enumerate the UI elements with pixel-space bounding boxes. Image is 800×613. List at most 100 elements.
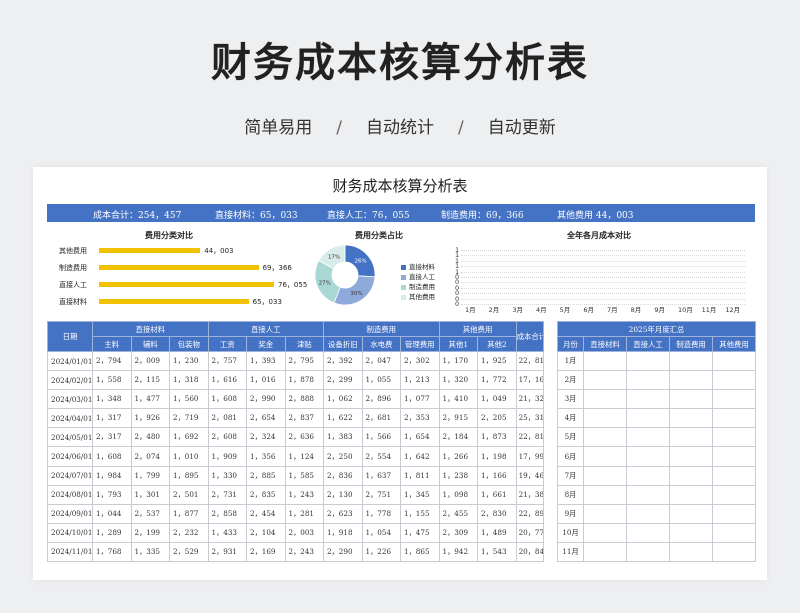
summary-value-cell[interactable] [711,350,757,372]
value-cell[interactable]: 2，915 [438,408,479,429]
value-cell[interactable]: 2，309 [438,522,479,543]
summary-value-cell[interactable] [626,350,670,372]
summary-value-cell[interactable] [669,350,713,372]
value-cell[interactable]: 1，266 [438,446,479,467]
summary-value-cell[interactable] [669,427,713,448]
summary-value-cell[interactable] [583,350,627,372]
value-cell[interactable]: 1，348 [92,389,132,410]
value-cell[interactable]: 22，817 [515,427,544,448]
summary-value-cell[interactable] [711,522,757,543]
value-cell[interactable]: 2，654 [246,408,286,429]
value-cell[interactable]: 1，543 [477,541,517,563]
value-cell[interactable]: 1，661 [477,484,517,505]
value-cell[interactable]: 1，768 [92,541,132,563]
date-cell[interactable]: 2024/03/01 [47,389,93,410]
value-cell[interactable]: 1，873 [477,427,517,448]
summary-value-cell[interactable] [669,370,713,391]
value-cell[interactable]: 1，608 [207,389,248,410]
value-cell[interactable]: 2，885 [246,465,286,486]
value-cell[interactable]: 2，480 [130,427,170,448]
value-cell[interactable]: 1，918 [323,522,363,543]
summary-value-cell[interactable] [669,446,713,467]
value-cell[interactable]: 22，814 [515,350,544,372]
summary-value-cell[interactable] [583,484,627,505]
value-cell[interactable]: 2，990 [246,389,286,410]
value-cell[interactable]: 1，166 [477,465,517,486]
summary-value-cell[interactable] [583,503,627,524]
value-cell[interactable]: 2，537 [130,503,170,524]
value-cell[interactable]: 1，877 [169,503,209,524]
summary-value-cell[interactable] [626,541,670,563]
summary-value-cell[interactable] [626,465,670,486]
value-cell[interactable]: 2，830 [477,503,517,524]
value-cell[interactable]: 1，155 [400,503,440,524]
date-cell[interactable]: 2024/02/01 [47,370,93,391]
month-cell[interactable]: 7月 [557,465,584,486]
summary-value-cell[interactable] [669,522,713,543]
value-cell[interactable]: 2，529 [169,541,209,563]
summary-value-cell[interactable] [583,541,627,563]
summary-value-cell[interactable] [711,465,757,486]
summary-value-cell[interactable] [626,446,670,467]
month-cell[interactable]: 6月 [557,446,584,467]
value-cell[interactable]: 2，454 [246,503,286,524]
value-cell[interactable]: 1，692 [169,427,209,448]
date-cell[interactable]: 2024/07/01 [47,465,93,486]
value-cell[interactable]: 2，081 [207,408,248,429]
value-cell[interactable]: 2，554 [361,446,402,467]
value-cell[interactable]: 1，170 [438,350,479,372]
value-cell[interactable]: 1，793 [92,484,132,505]
value-cell[interactable]: 1，320 [438,370,479,391]
value-cell[interactable]: 1，243 [284,484,325,505]
value-cell[interactable]: 1，895 [169,465,209,486]
value-cell[interactable]: 22，892 [515,503,544,524]
summary-value-cell[interactable] [626,427,670,448]
value-cell[interactable]: 1，865 [400,541,440,563]
value-cell[interactable]: 1，393 [246,350,286,372]
summary-value-cell[interactable] [583,370,627,391]
month-cell[interactable]: 1月 [557,350,584,372]
value-cell[interactable]: 1，778 [361,503,402,524]
summary-value-cell[interactable] [669,541,713,563]
value-cell[interactable]: 2，931 [207,541,248,563]
value-cell[interactable]: 1，077 [400,389,440,410]
value-cell[interactable]: 1，433 [207,522,248,543]
value-cell[interactable]: 2，199 [130,522,170,543]
value-cell[interactable]: 1，560 [169,389,209,410]
value-cell[interactable]: 2，835 [246,484,286,505]
value-cell[interactable]: 1，925 [477,350,517,372]
month-cell[interactable]: 8月 [557,484,584,505]
value-cell[interactable]: 1，654 [400,427,440,448]
value-cell[interactable]: 1，475 [400,522,440,543]
value-cell[interactable]: 2，047 [361,350,402,372]
date-cell[interactable]: 2024/08/01 [47,484,93,505]
summary-value-cell[interactable] [626,408,670,429]
month-cell[interactable]: 9月 [557,503,584,524]
value-cell[interactable]: 20，778 [515,522,544,543]
value-cell[interactable]: 1，330 [207,465,248,486]
value-cell[interactable]: 1，799 [130,465,170,486]
summary-value-cell[interactable] [711,503,757,524]
summary-value-cell[interactable] [711,389,757,410]
value-cell[interactable]: 1，098 [438,484,479,505]
value-cell[interactable]: 2，719 [169,408,209,429]
value-cell[interactable]: 17，991 [515,446,544,467]
value-cell[interactable]: 1，585 [284,465,325,486]
value-cell[interactable]: 1，926 [130,408,170,429]
value-cell[interactable]: 1，335 [130,541,170,563]
value-cell[interactable]: 2，455 [438,503,479,524]
value-cell[interactable]: 1，301 [130,484,170,505]
value-cell[interactable]: 1，016 [246,370,286,391]
value-cell[interactable]: 2，837 [284,408,325,429]
value-cell[interactable]: 2，317 [92,427,132,448]
value-cell[interactable]: 20，841 [515,541,544,563]
value-cell[interactable]: 2，324 [246,427,286,448]
value-cell[interactable]: 1，642 [400,446,440,467]
value-cell[interactable]: 1，054 [361,522,402,543]
value-cell[interactable]: 2，130 [323,484,363,505]
value-cell[interactable]: 2，003 [284,522,325,543]
value-cell[interactable]: 2，232 [169,522,209,543]
summary-value-cell[interactable] [583,446,627,467]
value-cell[interactable]: 2，501 [169,484,209,505]
summary-value-cell[interactable] [583,389,627,410]
